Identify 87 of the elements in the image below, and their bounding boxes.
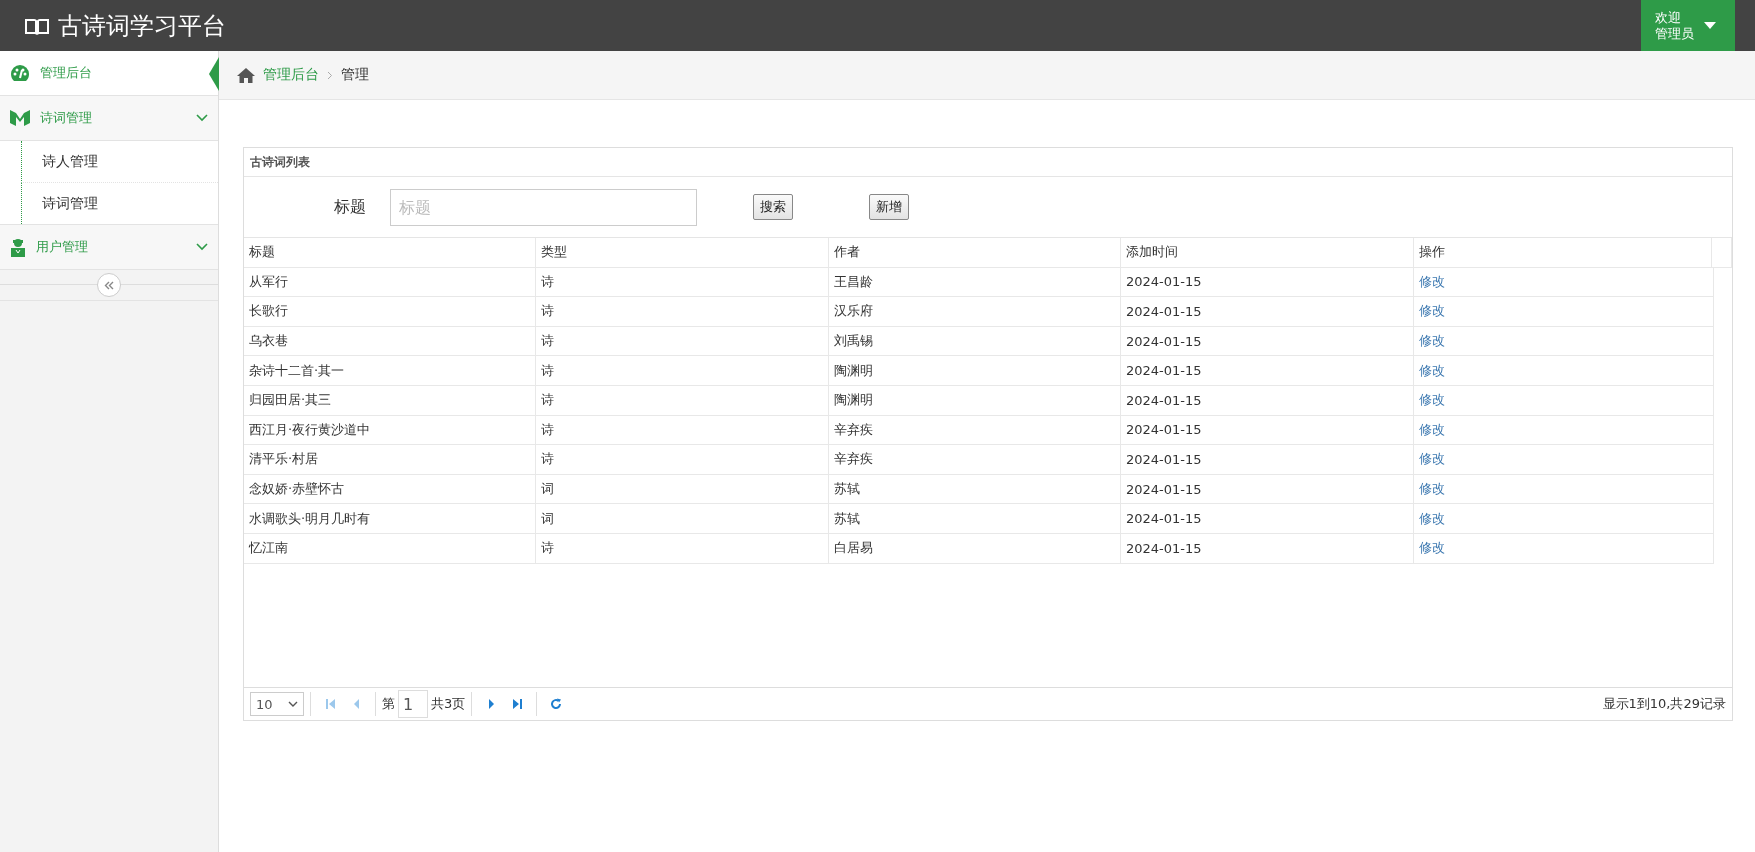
table-cell: 从军行 [244, 267, 536, 297]
table-cell: 诗 [536, 415, 829, 445]
table-cell: 陶渊明 [829, 356, 1121, 385]
page-total: 共3页 [431, 695, 466, 713]
chevron-right-icon [327, 70, 333, 80]
home-icon [237, 67, 255, 83]
table-cell: 白居易 [829, 533, 1121, 563]
chevron-down-icon [196, 243, 208, 251]
table-cell: 苏轼 [829, 504, 1121, 533]
table-cell: 2024-01-15 [1121, 415, 1414, 445]
user-menu[interactable]: 欢迎 管理员 [1641, 0, 1735, 51]
table-cell: 长歌行 [244, 297, 536, 326]
table-cell: 词 [536, 474, 829, 504]
sidebar-subitem[interactable]: 诗词管理 [21, 183, 218, 224]
refresh-icon [550, 698, 563, 710]
edit-link[interactable]: 修改 [1419, 420, 1445, 439]
edit-link[interactable]: 修改 [1419, 302, 1445, 321]
edit-link[interactable]: 修改 [1419, 391, 1445, 410]
table-cell: 杂诗十二首·其一 [244, 356, 536, 385]
edit-link[interactable]: 修改 [1419, 480, 1445, 499]
double-chevron-left-icon [104, 280, 114, 290]
table-cell: 诗 [536, 297, 829, 326]
table-cell: 2024-01-15 [1121, 445, 1414, 474]
table-cell: 诗 [536, 385, 829, 415]
table-cell: 2024-01-15 [1121, 326, 1414, 356]
table-cell: 2024-01-15 [1121, 385, 1414, 415]
edit-link[interactable]: 修改 [1419, 361, 1445, 380]
column-header: 作者 [829, 238, 1121, 267]
table-cell: 2024-01-15 [1121, 474, 1414, 504]
edit-link[interactable]: 修改 [1419, 509, 1445, 528]
table-cell: 诗 [536, 267, 829, 297]
table-cell: 2024-01-15 [1121, 504, 1414, 533]
table-cell: 诗 [536, 356, 829, 385]
dashboard-icon [10, 64, 30, 82]
chevron-down-icon [196, 114, 208, 122]
table-cell: 刘禹锡 [829, 326, 1121, 356]
edit-link[interactable]: 修改 [1419, 450, 1445, 469]
table-cell: 2024-01-15 [1121, 356, 1414, 385]
table-cell: 诗 [536, 533, 829, 563]
table-cell: 辛弃疾 [829, 415, 1121, 445]
user-icon [10, 237, 26, 257]
table-cell: 王昌龄 [829, 267, 1121, 297]
page-number-field[interactable]: 1 [398, 690, 428, 718]
table-cell: 诗 [536, 445, 829, 474]
sidebar-group[interactable]: 用户管理 [0, 225, 218, 270]
table-cell: 汉乐府 [829, 297, 1121, 326]
sidebar-subitem[interactable]: 诗人管理 [21, 141, 218, 183]
table-cell: 水调歌头·明月几时有 [244, 504, 536, 533]
column-header: 添加时间 [1121, 238, 1414, 267]
table-cell: 归园田居·其三 [244, 385, 536, 415]
edit-link[interactable]: 修改 [1419, 332, 1445, 351]
page-size-select[interactable]: 10 [250, 692, 304, 716]
table-cell: 2024-01-15 [1121, 267, 1414, 297]
table-cell: 念奴娇·赤壁怀古 [244, 474, 536, 504]
edit-link[interactable]: 修改 [1419, 539, 1445, 558]
table-cell: 苏轼 [829, 474, 1121, 504]
table-cell: 诗 [536, 326, 829, 356]
search-button[interactable]: 搜索 [753, 194, 793, 220]
title-search-field[interactable]: 标题 [390, 188, 697, 226]
breadcrumb-current: 管理 [341, 66, 369, 84]
sidebar-group[interactable]: 诗词管理 [0, 96, 218, 141]
table-cell: 词 [536, 504, 829, 533]
column-header: 操作 [1414, 238, 1712, 267]
sidebar-item[interactable]: 管理后台 [0, 51, 218, 96]
app-title: 古诗词学习平台 [58, 10, 226, 42]
chevron-down-icon [288, 701, 298, 707]
page-label: 第 [382, 695, 395, 713]
table-cell: 2024-01-15 [1121, 297, 1414, 326]
breadcrumb-link[interactable]: 管理后台 [263, 66, 319, 84]
table-cell: 忆江南 [244, 533, 536, 563]
table-cell: 西江月·夜行黄沙道中 [244, 415, 536, 445]
last-page-icon [511, 698, 523, 710]
table-cell: 乌衣巷 [244, 326, 536, 356]
table-cell: 陶渊明 [829, 385, 1121, 415]
table-cell: 2024-01-15 [1121, 533, 1414, 563]
add-button[interactable]: 新增 [869, 194, 909, 220]
column-header: 类型 [536, 238, 829, 267]
collapse-sidebar-button[interactable] [97, 273, 121, 297]
panel-title: 古诗词列表 [244, 148, 1732, 177]
column-header: 标题 [244, 238, 536, 267]
first-page-icon [324, 698, 336, 710]
table-cell: 辛弃疾 [829, 445, 1121, 474]
edit-link[interactable]: 修改 [1419, 272, 1445, 291]
table-cell: 清平乐·村居 [244, 445, 536, 474]
caret-icon [1704, 22, 1716, 29]
record-count: 显示1到10,共29记录 [1602, 695, 1726, 713]
search-label: 标题 [333, 196, 366, 218]
